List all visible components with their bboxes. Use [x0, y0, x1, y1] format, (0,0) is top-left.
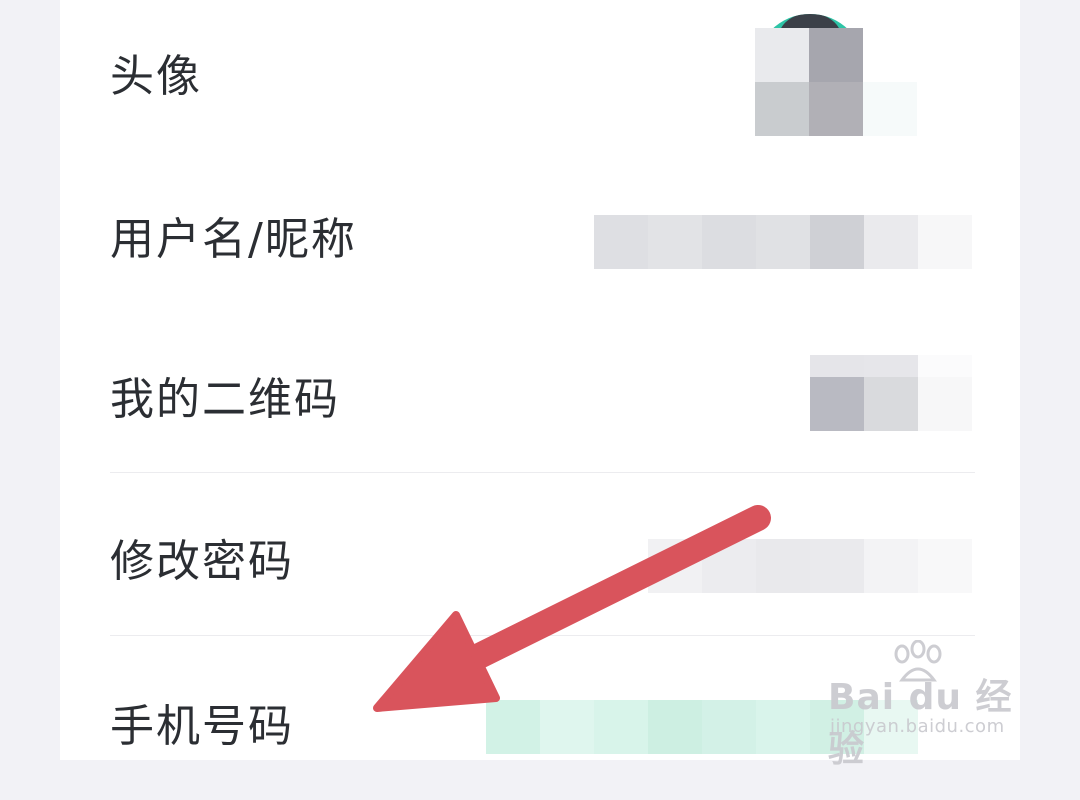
watermark-url: jingyan.baidu.com [830, 716, 1005, 737]
watermark: Bai du 经验 jingyan.baidu.com [828, 640, 1028, 770]
arrow-shaft [442, 505, 771, 681]
arrow-head [373, 611, 500, 712]
